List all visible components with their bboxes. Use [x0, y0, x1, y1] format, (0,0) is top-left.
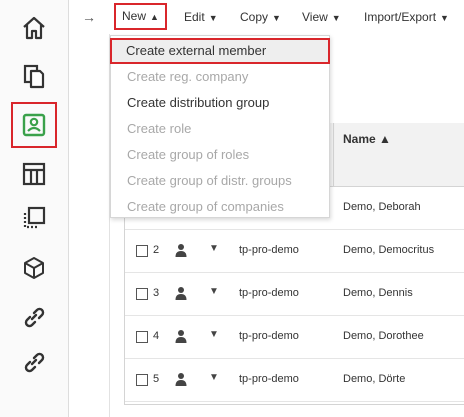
caret-up-icon: ▲: [150, 12, 159, 22]
menu-item-create-external-member[interactable]: Create external member: [110, 38, 330, 64]
expand-arrow-icon[interactable]: ▼: [209, 372, 219, 383]
import-export-label: Import/Export: [364, 10, 437, 24]
row-tenant: tp-pro-demo: [239, 287, 299, 299]
expand-arrow-icon[interactable]: ▼: [209, 329, 219, 340]
column-divider: [333, 123, 334, 187]
expand-arrow-icon[interactable]: ▼: [209, 286, 219, 297]
copy-menu-button[interactable]: Copy ▼: [234, 3, 287, 31]
toolbar: → New ▲ Edit ▼ Copy ▼ View ▼ Import/Export ▼: [70, 0, 464, 34]
caret-down-icon: ▼: [331, 13, 341, 23]
new-menu-button[interactable]: New ▲: [114, 3, 167, 30]
edit-menu-button[interactable]: Edit ▼: [178, 3, 224, 31]
menu-item-create-role: Create role: [127, 121, 192, 136]
row-name: Demo, Dorothee: [343, 330, 424, 342]
documents-icon[interactable]: [14, 56, 54, 96]
row-name: Demo, Dennis: [343, 287, 413, 299]
row-checkbox[interactable]: [136, 245, 148, 257]
link-icon[interactable]: [14, 297, 54, 337]
menu-item-create-group-of-roles: Create group of roles: [127, 147, 250, 162]
caret-down-icon: ▼: [208, 13, 218, 23]
name-column-header[interactable]: Name ▲: [343, 132, 391, 146]
table-layout-icon[interactable]: [14, 154, 54, 194]
row-number: 2: [153, 244, 160, 256]
row-name: Demo, Democritus: [343, 244, 435, 256]
row-checkbox[interactable]: [136, 288, 148, 300]
view-menu-button[interactable]: View ▼: [296, 3, 347, 31]
selection-icon[interactable]: [14, 198, 54, 238]
menu-item-create-group-of-companies: Create group of companies: [127, 199, 284, 214]
row-number: 4: [153, 330, 160, 342]
new-label: New: [122, 9, 147, 23]
row-checkbox[interactable]: [136, 331, 148, 343]
row-name: Demo, Deborah: [343, 201, 421, 213]
person-icon: [175, 286, 187, 303]
table-row[interactable]: 5 ▼ tp-pro-demo Demo, Dörte: [125, 359, 464, 402]
menu-item-create-reg-company: Create reg. company: [127, 69, 249, 84]
menu-item-create-distribution-group[interactable]: Create distribution group: [111, 90, 331, 116]
person-icon: [175, 243, 187, 260]
menu-item-create-group-of-distr-groups: Create group of distr. groups: [127, 173, 292, 188]
caret-down-icon: ▼: [272, 13, 281, 23]
table-row[interactable]: 2 ▼ tp-pro-demo Demo, Democritus: [125, 230, 464, 273]
contact-card-icon[interactable]: [11, 102, 57, 148]
row-name: Demo, Dörte: [343, 373, 406, 385]
expand-arrow-icon[interactable]: ▼: [209, 243, 219, 254]
new-dropdown-menu: Create external member Create reg. compa…: [110, 35, 330, 218]
row-tenant: tp-pro-demo: [239, 373, 299, 385]
caret-down-icon: ▼: [440, 13, 449, 23]
home-icon[interactable]: [14, 8, 54, 48]
link-icon[interactable]: [14, 342, 54, 382]
row-number: 3: [153, 287, 160, 299]
row-checkbox[interactable]: [136, 374, 148, 386]
view-label: View: [302, 10, 328, 24]
import-export-menu-button[interactable]: Import/Export ▼: [358, 3, 455, 31]
row-number: 5: [153, 373, 160, 385]
copy-label: Copy: [240, 10, 269, 24]
edit-label: Edit: [184, 10, 205, 24]
table-row[interactable]: 3 ▼ tp-pro-demo Demo, Dennis: [125, 273, 464, 316]
cube-icon[interactable]: [14, 248, 54, 288]
back-arrow-icon[interactable]: →: [82, 9, 96, 25]
table-row[interactable]: 4 ▼ tp-pro-demo Demo, Dorothee: [125, 316, 464, 359]
icon-sidebar: [0, 0, 69, 417]
row-tenant: tp-pro-demo: [239, 330, 299, 342]
person-icon: [175, 329, 187, 346]
person-icon: [175, 372, 187, 389]
row-tenant: tp-pro-demo: [239, 244, 299, 256]
